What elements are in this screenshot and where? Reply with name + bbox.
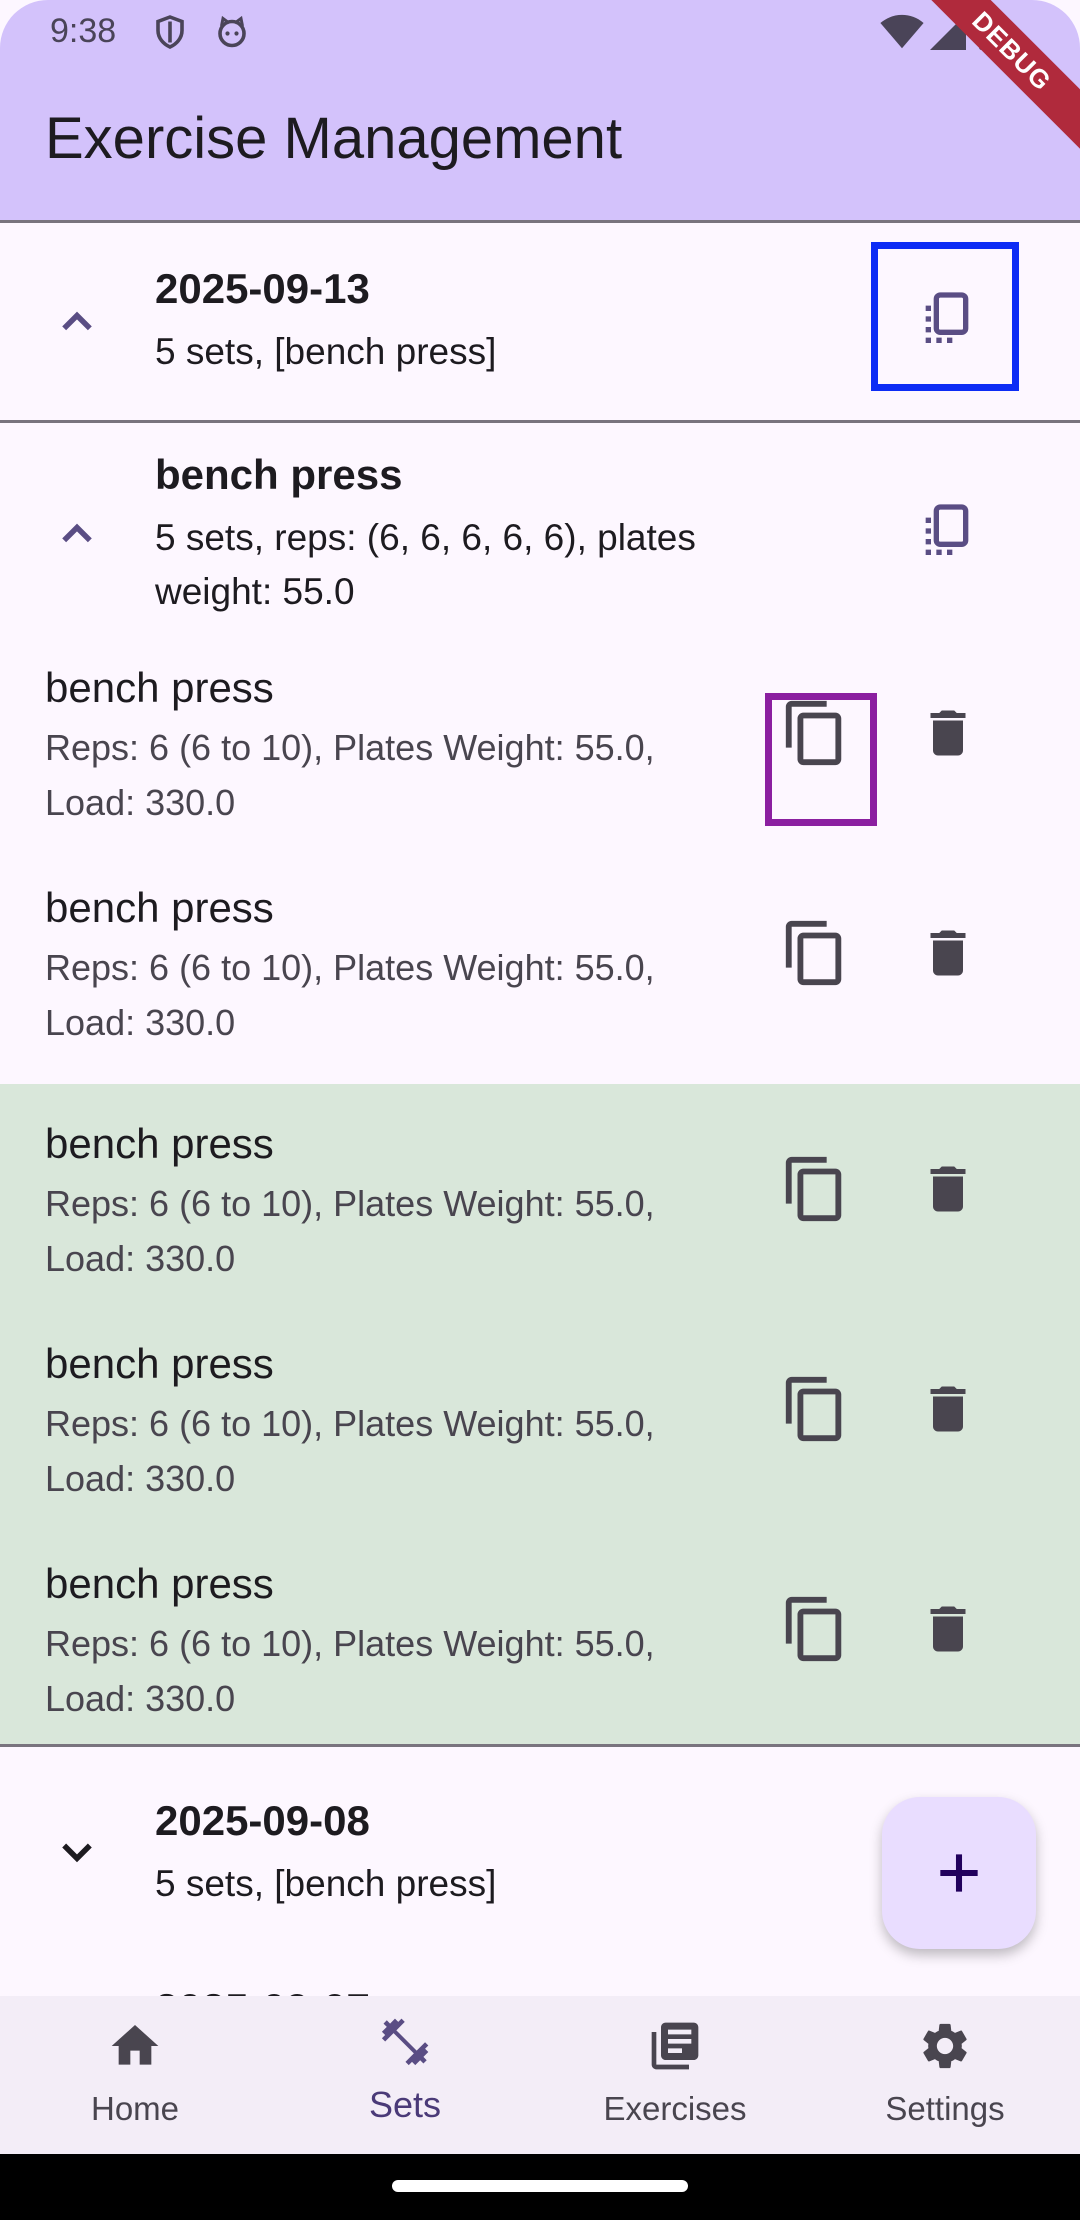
exercise-summary: 5 sets, reps: (6, 6, 6, 6, 6), plates we… — [155, 517, 696, 612]
exercise-group-header[interactable]: bench press 5 sets, reps: (6, 6, 6, 6, 6… — [0, 423, 1080, 628]
chevron-up-icon[interactable] — [55, 299, 99, 343]
exercise-name: bench press — [155, 451, 403, 498]
app-bar: 9:38 DEBUG Exercise Management — [0, 0, 1080, 220]
copy-icon[interactable] — [780, 918, 850, 988]
delete-icon[interactable] — [918, 1594, 978, 1664]
focus-box — [765, 693, 877, 826]
set-row[interactable]: bench press Reps: 6 (6 to 10), Plates We… — [0, 1084, 1080, 1304]
nav-label: Home — [90, 2090, 180, 2127]
home-gesture-handle[interactable] — [392, 2180, 688, 2192]
chevron-down-icon[interactable] — [55, 1829, 99, 1873]
group-date: 2025-09-13 — [155, 265, 370, 312]
group-summary: 5 sets, [bench press] — [155, 1863, 497, 1904]
bottom-navigation: Home Sets Exercises Settings — [0, 1996, 1080, 2154]
set-name: bench press — [45, 884, 274, 931]
library-books-icon — [651, 2022, 699, 2070]
copy-icon[interactable] — [780, 1594, 850, 1664]
plus-icon — [940, 1854, 978, 1892]
set-name: bench press — [45, 664, 274, 711]
nav-label: Sets — [368, 2084, 442, 2125]
set-name: bench press — [45, 1340, 274, 1387]
set-details: Reps: 6 (6 to 10), Plates Weight: 55.0, … — [45, 1623, 655, 1719]
delete-icon[interactable] — [918, 918, 978, 988]
copy-icon[interactable] — [780, 1374, 850, 1444]
group-date: 2025-09-07 — [155, 1985, 370, 1996]
nav-item-settings[interactable]: Settings — [810, 1996, 1080, 2154]
system-navigation-bar — [0, 2154, 1080, 2220]
date-group-header[interactable]: 2025-09-07 — [0, 1947, 1080, 1996]
group-summary: 5 sets, [bench press] — [155, 331, 497, 372]
set-name: bench press — [45, 1560, 274, 1607]
chevron-up-icon[interactable] — [55, 511, 99, 555]
copy-exercise-icon[interactable] — [915, 499, 979, 563]
set-row[interactable]: bench press Reps: 6 (6 to 10), Plates We… — [0, 1524, 1080, 1744]
focus-box — [871, 242, 1019, 391]
date-group-header[interactable]: 2025-09-13 5 sets, [bench press] — [0, 223, 1080, 420]
set-row[interactable]: bench press Reps: 6 (6 to 10), Plates We… — [0, 628, 1080, 848]
dumbbell-icon — [381, 2018, 429, 2066]
delete-icon[interactable] — [918, 1154, 978, 1224]
page-title: Exercise Management — [45, 106, 623, 171]
nav-item-exercises[interactable]: Exercises — [540, 1996, 810, 2154]
set-details: Reps: 6 (6 to 10), Plates Weight: 55.0, … — [45, 1403, 655, 1499]
group-date: 2025-09-08 — [155, 1797, 370, 1844]
shield-icon — [156, 15, 184, 49]
set-details: Reps: 6 (6 to 10), Plates Weight: 55.0, … — [45, 947, 655, 1043]
nav-label: Settings — [885, 2090, 1005, 2127]
set-name: bench press — [45, 1120, 274, 1167]
wifi-icon — [880, 14, 924, 49]
status-time: 9:38 — [50, 12, 117, 50]
set-details: Reps: 6 (6 to 10), Plates Weight: 55.0, … — [45, 727, 655, 823]
set-row[interactable]: bench press Reps: 6 (6 to 10), Plates We… — [0, 848, 1080, 1068]
nav-item-home[interactable]: Home — [0, 1996, 270, 2154]
gear-icon — [923, 2023, 967, 2069]
copy-icon[interactable] — [780, 1154, 850, 1224]
home-icon — [111, 2025, 159, 2065]
nav-label: Exercises — [603, 2090, 747, 2127]
delete-icon[interactable] — [918, 1374, 978, 1444]
set-details: Reps: 6 (6 to 10), Plates Weight: 55.0, … — [45, 1183, 655, 1279]
set-row[interactable]: bench press Reps: 6 (6 to 10), Plates We… — [0, 1304, 1080, 1524]
status-bar: 9:38 — [0, 0, 1080, 66]
add-button[interactable] — [882, 1797, 1036, 1949]
cat-face-icon — [218, 15, 246, 48]
nav-item-sets[interactable]: Sets — [270, 1996, 540, 2154]
delete-icon[interactable] — [918, 698, 978, 768]
